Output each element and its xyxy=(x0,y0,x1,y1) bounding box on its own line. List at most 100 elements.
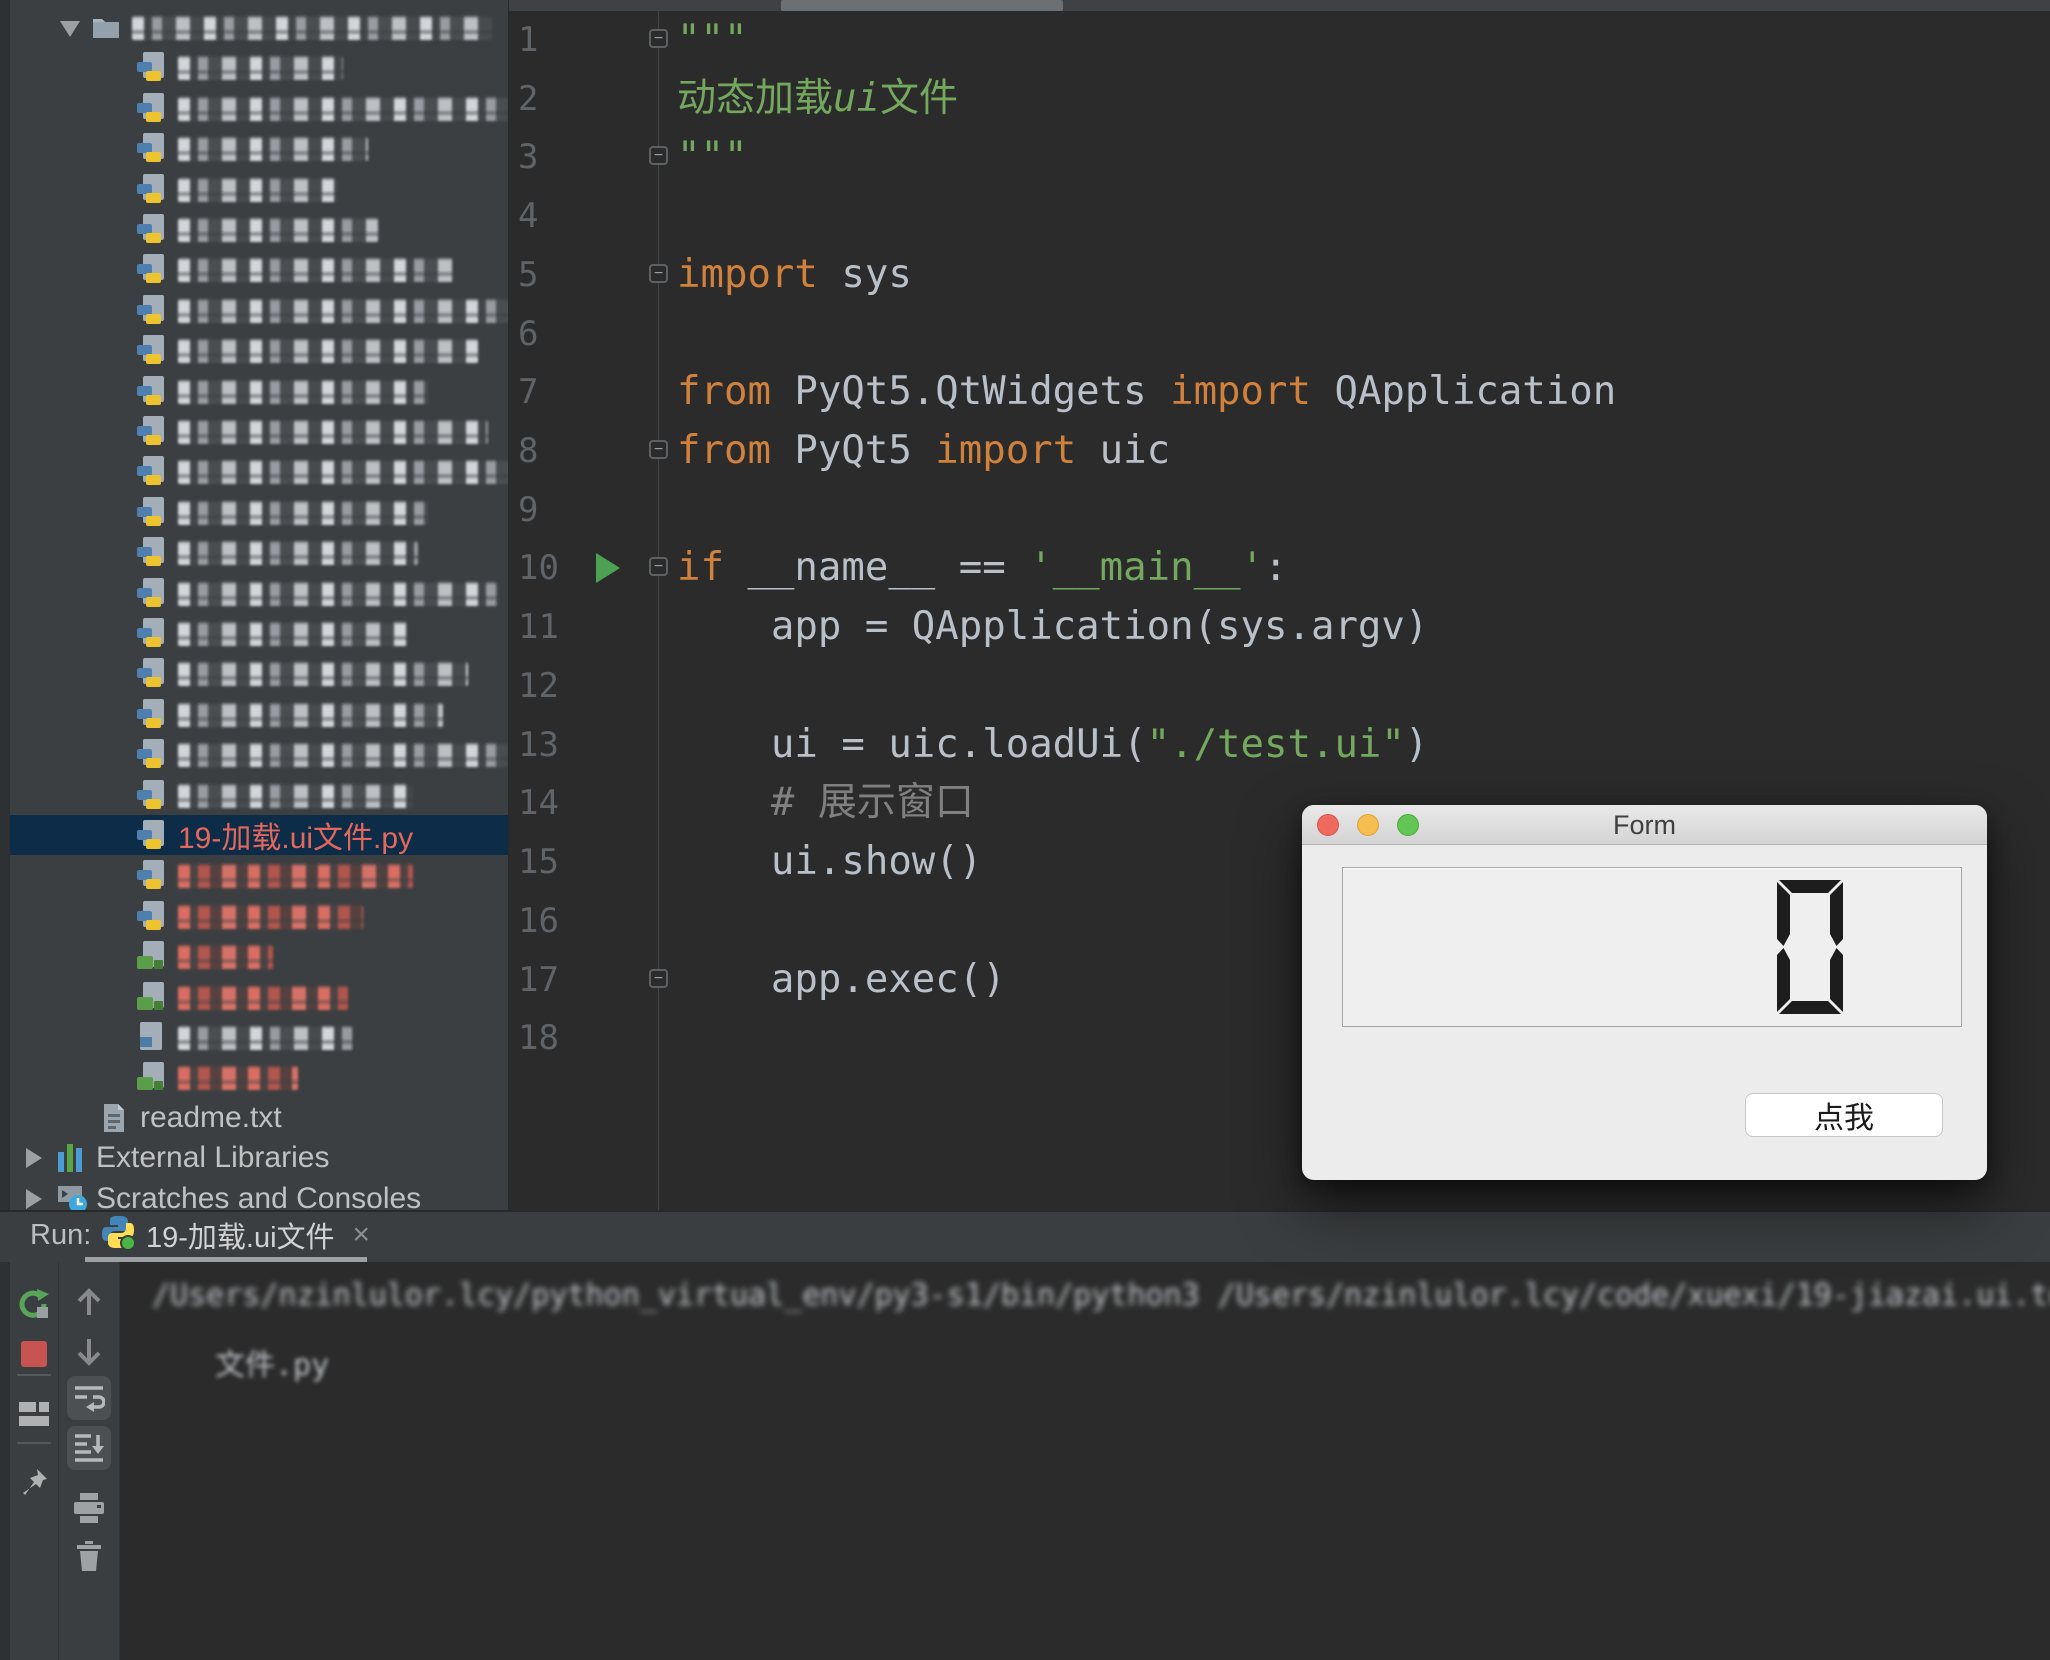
tree-item-redacted[interactable] xyxy=(10,290,508,330)
close-icon[interactable]: × xyxy=(353,1218,371,1252)
redacted-filename xyxy=(178,379,428,404)
tree-item-redacted[interactable] xyxy=(10,451,508,491)
code-token: 动态加载 xyxy=(677,75,834,121)
tree-item-redacted[interactable] xyxy=(10,47,508,87)
redacted-filename xyxy=(178,460,508,485)
run-tab[interactable]: 19-加载.ui文件 × xyxy=(100,1212,370,1257)
tree-item-redacted[interactable] xyxy=(10,7,508,47)
qt-window-titlebar[interactable]: Form xyxy=(1302,805,1987,845)
tree-item-redacted[interactable] xyxy=(10,371,508,411)
code-line-1[interactable]: """ xyxy=(677,11,747,69)
tree-item-redacted[interactable] xyxy=(10,653,508,693)
code-line-15[interactable]: ui.show() xyxy=(677,833,982,891)
down-arrow-button[interactable] xyxy=(67,1330,111,1374)
fold-marker[interactable]: − xyxy=(649,29,668,48)
code-token: import xyxy=(677,251,818,297)
code-line-10[interactable]: if __name__ == '__main__': xyxy=(677,539,1288,597)
fold-marker[interactable]: − xyxy=(649,146,668,166)
tree-item-redacted[interactable] xyxy=(10,855,508,895)
line-number: 11 xyxy=(518,607,559,648)
chevron-right-icon[interactable] xyxy=(26,1148,42,1169)
code-token: PyQt5.QtWidgets xyxy=(770,369,1171,415)
trash-button[interactable] xyxy=(67,1534,111,1578)
code-token: ui.show() xyxy=(677,839,983,885)
printer-button[interactable] xyxy=(67,1486,111,1530)
code-token: sys xyxy=(817,251,912,297)
tree-item-redacted[interactable] xyxy=(10,694,508,734)
redacted-filename xyxy=(132,16,492,40)
code-token: from xyxy=(677,428,771,474)
chevron-right-icon[interactable] xyxy=(26,1188,42,1209)
fold-marker[interactable]: − xyxy=(649,968,668,988)
text-file-icon xyxy=(100,1102,128,1134)
tree-item-redacted[interactable] xyxy=(10,613,508,653)
run-console-output[interactable]: /Users/nzinlulor.lcy/python_virtual_env/… xyxy=(120,1262,2050,1660)
run-panel-header: Run: 19-加载.ui文件 × xyxy=(0,1212,2050,1262)
tree-item-readme.txt[interactable]: readme.txt xyxy=(10,1098,508,1138)
fold-marker[interactable]: − xyxy=(649,263,668,283)
code-line-3[interactable]: """ xyxy=(677,128,747,186)
tree-item-redacted[interactable] xyxy=(10,734,508,774)
code-line-2[interactable]: 动态加载ui文件 xyxy=(677,70,958,128)
chevron-down-icon[interactable] xyxy=(60,21,80,37)
code-token: QApplication xyxy=(1310,369,1617,415)
redacted-filename xyxy=(178,743,508,768)
click-me-button[interactable]: 点我 xyxy=(1745,1093,1943,1137)
tree-item-redacted[interactable] xyxy=(10,1057,508,1097)
layout-button[interactable] xyxy=(12,1392,56,1436)
tree-item-redacted[interactable] xyxy=(10,249,508,289)
pin-button[interactable] xyxy=(12,1460,56,1504)
layout-icon xyxy=(19,1400,49,1428)
tree-item-redacted[interactable] xyxy=(10,775,508,815)
python-file-icon xyxy=(136,294,166,326)
tree-item-19--.ui-.py[interactable]: 19-加载.ui文件.py xyxy=(10,815,508,855)
tree-item-redacted[interactable] xyxy=(10,169,508,209)
tree-item-Scratches-and-Consoles[interactable]: Scratches and Consoles xyxy=(10,1179,508,1210)
tree-item-redacted[interactable] xyxy=(10,532,508,572)
code-line-8[interactable]: from PyQt5 import uic xyxy=(677,422,1170,480)
python-file-icon xyxy=(136,859,166,891)
code-line-7[interactable]: from PyQt5.QtWidgets import QApplication xyxy=(677,363,1616,421)
line-number: 12 xyxy=(518,665,559,706)
tree-item-redacted[interactable] xyxy=(10,128,508,168)
python-file-icon xyxy=(136,698,166,730)
toolbar-divider xyxy=(17,1442,51,1444)
code-line-13[interactable]: ui = uic.loadUi("./test.ui") xyxy=(677,716,1428,774)
rerun-button[interactable] xyxy=(12,1282,56,1326)
fold-marker[interactable]: − xyxy=(649,557,668,577)
code-token: if xyxy=(677,545,724,591)
run-gutter-icon[interactable] xyxy=(596,553,620,584)
code-line-5[interactable]: import sys xyxy=(677,246,912,304)
code-line-14[interactable]: # 展示窗口 xyxy=(677,774,974,832)
editor-top-scrollbar-thumb[interactable] xyxy=(781,0,1063,11)
lcd-digit-zero xyxy=(1777,880,1843,1019)
line-number: 1 xyxy=(518,20,539,60)
code-token: import xyxy=(935,428,1077,474)
qt-form-window[interactable]: Form 点我 xyxy=(1302,805,1987,1180)
tree-item-redacted[interactable] xyxy=(10,411,508,451)
tree-item-redacted[interactable] xyxy=(10,896,508,936)
tree-item-redacted[interactable] xyxy=(10,492,508,532)
tree-item-redacted[interactable] xyxy=(10,936,508,976)
tree-item-External-Libraries[interactable]: External Libraries xyxy=(10,1138,508,1178)
tree-item-label: External Libraries xyxy=(96,1141,330,1175)
tree-item-redacted[interactable] xyxy=(10,573,508,613)
fold-marker[interactable]: − xyxy=(649,440,668,460)
run-label: Run: xyxy=(30,1219,92,1251)
tree-item-redacted[interactable] xyxy=(10,1017,508,1057)
tree-item-redacted[interactable] xyxy=(10,977,508,1017)
stop-button[interactable] xyxy=(12,1332,56,1376)
tree-item-redacted[interactable] xyxy=(10,209,508,249)
redacted-filename xyxy=(178,662,468,687)
tree-item-redacted[interactable] xyxy=(10,88,508,128)
python-file-icon xyxy=(136,375,166,407)
code-line-17[interactable]: app.exec() xyxy=(677,951,1006,1009)
green-file-icon xyxy=(136,981,166,1013)
scroll-end-button[interactable] xyxy=(67,1426,111,1470)
softwrap-button[interactable] xyxy=(67,1376,111,1420)
redacted-filename xyxy=(178,945,273,970)
up-arrow-button[interactable] xyxy=(67,1280,111,1324)
code-line-11[interactable]: app = QApplication(sys.argv) xyxy=(677,598,1428,656)
tree-item-redacted[interactable] xyxy=(10,330,508,370)
project-tree-panel[interactable]: 19-加载.ui文件.py readme.txt External Librarie… xyxy=(10,0,508,1210)
